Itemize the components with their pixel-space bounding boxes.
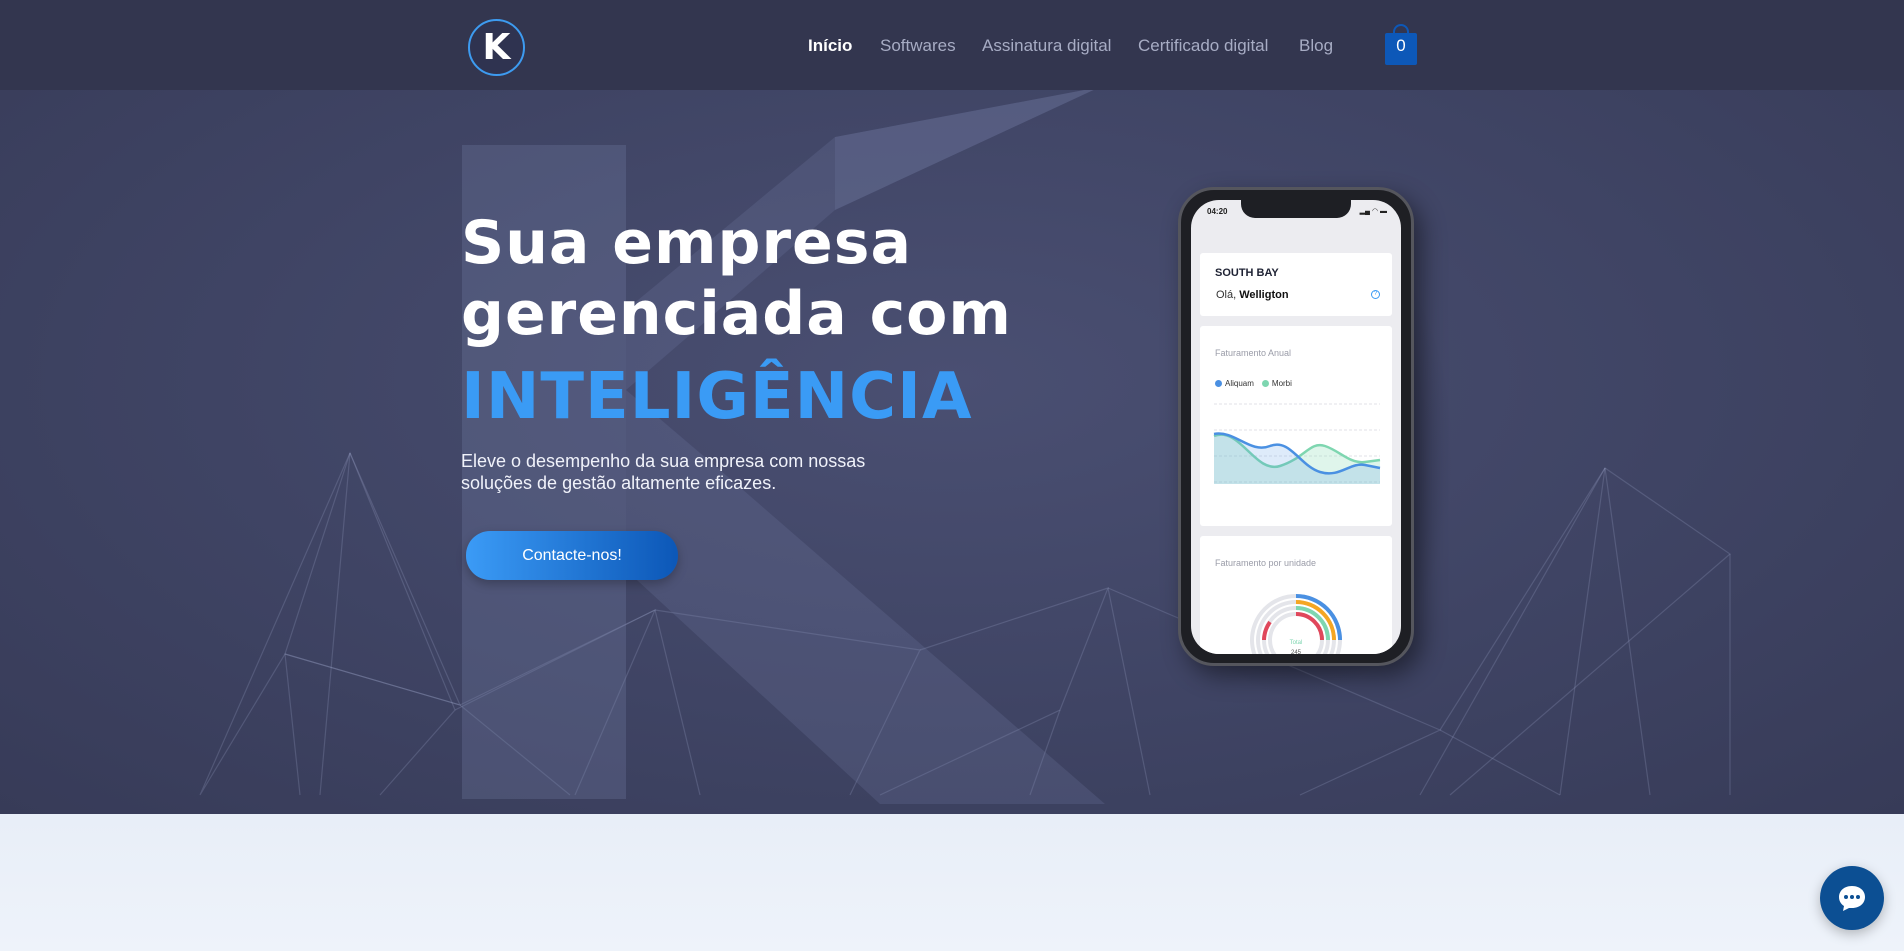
nav-item-softwares[interactable]: Softwares — [880, 36, 956, 56]
nav-item-inicio[interactable]: Início — [808, 36, 852, 56]
donut-label: Total — [1290, 640, 1303, 646]
revenue-by-unit-donut: Total 245 — [1250, 594, 1342, 654]
nav-item-certificado-digital[interactable]: Certificado digital — [1138, 36, 1268, 56]
next-section — [0, 814, 1904, 951]
revenue-by-unit-card: Faturamento por unidade Total 245 — [1200, 536, 1392, 654]
signal-battery-icon: ▂▄ ◠ ▬ — [1359, 208, 1387, 215]
site-header: K Início Softwares Assinatura digital Ce… — [0, 0, 1904, 90]
company-name: SOUTH BAY — [1215, 267, 1279, 279]
greeting-prefix: Olá, — [1216, 289, 1237, 301]
phone-screen: 04:20 ▂▄ ◠ ▬ SOUTH BAY Olá, Welligton ? … — [1191, 200, 1401, 654]
k-watermark-diagonal — [626, 90, 1105, 804]
hero-title-line2: gerenciada com — [461, 279, 1012, 349]
hero-title-line1: Sua empresa — [461, 208, 912, 278]
nav-item-assinatura-digital[interactable]: Assinatura digital — [982, 36, 1111, 56]
logo[interactable]: K — [468, 19, 525, 76]
contact-button[interactable]: Contacte-nos! — [466, 531, 678, 580]
greeting-name: Welligton — [1239, 289, 1289, 301]
hero-title-accent: INTELIGÊNCIA — [461, 360, 973, 434]
annual-revenue-card: Faturamento Anual Aliquam Morbi — [1200, 326, 1392, 526]
hero-section: Sua empresa gerenciada com INTELIGÊNCIA … — [0, 90, 1904, 814]
donut-value: 245 — [1291, 650, 1302, 654]
cart-count: 0 — [1396, 36, 1406, 55]
status-time: 04:20 — [1207, 207, 1228, 216]
phone-mockup: 04:20 ▂▄ ◠ ▬ SOUTH BAY Olá, Welligton ? … — [1178, 187, 1414, 666]
phone-notch — [1241, 200, 1351, 218]
cart-button[interactable]: 0 — [1385, 24, 1417, 65]
hero-subtitle: Eleve o desempenho da sua empresa com no… — [461, 450, 865, 494]
hero-subtitle-line1: Eleve o desempenho da sua empresa com no… — [461, 451, 866, 471]
chat-button[interactable] — [1820, 866, 1884, 930]
hero-subtitle-line2: soluções de gestão altamente eficazes. — [461, 473, 777, 493]
nav-item-blog[interactable]: Blog — [1299, 36, 1333, 56]
greeting: Olá, Welligton — [1216, 289, 1289, 301]
logo-letter: K — [482, 27, 511, 68]
chat-bubble-icon — [1839, 886, 1865, 911]
question-icon: ? — [1371, 290, 1380, 299]
annual-revenue-line-chart — [1213, 403, 1381, 484]
greeting-card: SOUTH BAY Olá, Welligton ? — [1200, 253, 1392, 316]
